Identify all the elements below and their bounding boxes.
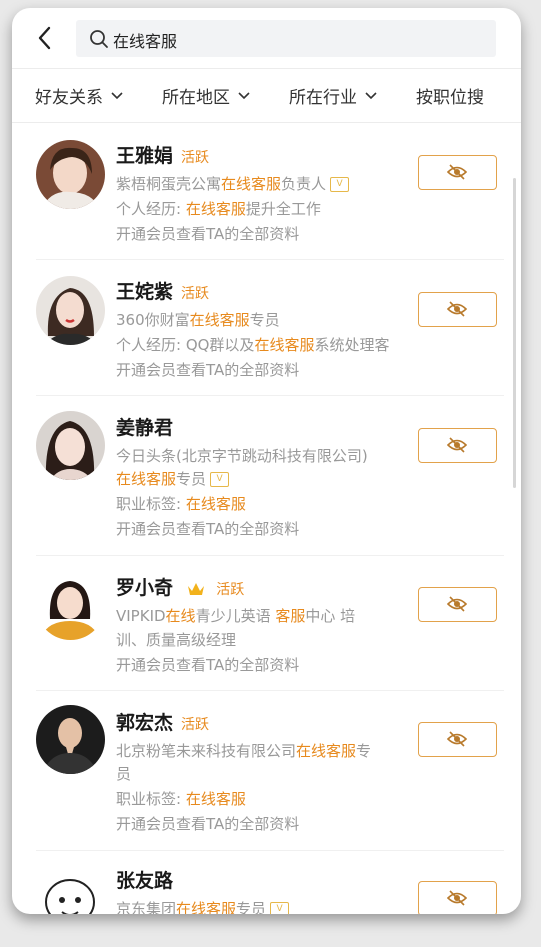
job-title-cont: 员: [116, 765, 132, 783]
filter-label: 所在地区: [162, 88, 230, 108]
eye-slash-icon: [447, 731, 467, 747]
job-title: 北京粉笔未来科技有限公司在线客服专: [116, 742, 372, 760]
chevron-down-icon: [365, 91, 377, 99]
filter-bar: 好友关系 所在地区 所在行业 按职位搜: [12, 68, 521, 123]
filter-by-position[interactable]: 按职位搜: [416, 83, 484, 108]
list-item[interactable]: 王姹紫 活跃 360你财富在线客服专员 个人经历: QQ群以及在线客服系统处理客 …: [36, 259, 504, 396]
crown-icon: [187, 582, 204, 595]
tags: 职业标签: 在线客服: [116, 790, 246, 808]
job-title: 京东集团在线客服专员 V: [116, 898, 416, 914]
eye-slash-icon: [447, 437, 467, 453]
avatar[interactable]: [36, 276, 105, 345]
search-box[interactable]: 在线客服: [76, 20, 496, 57]
chevron-down-icon: [238, 91, 250, 99]
list-item[interactable]: 姜静君 今日头条(北京字节跳动科技有限公司) 在线客服专员 V 职业标签: 在线客…: [36, 395, 504, 556]
avatar[interactable]: [36, 864, 105, 914]
active-badge: 活跃: [181, 150, 210, 166]
experience: 个人经历: 在线客服提升全工作: [116, 200, 321, 218]
person-name: 王雅娟 活跃: [116, 145, 210, 167]
back-button[interactable]: [34, 24, 58, 52]
experience: 个人经历: QQ群以及在线客服系统处理客: [116, 336, 390, 354]
list-item[interactable]: 罗小奇 活跃 VIPKID在线青少儿英语 客服中心 培 训、质量高级经理 开通会…: [36, 555, 504, 691]
filter-label: 按职位搜: [416, 88, 484, 108]
avatar[interactable]: [36, 140, 105, 209]
hide-profile-button[interactable]: [418, 155, 497, 190]
vip-badge-icon: V: [270, 902, 290, 914]
filter-label: 所在行业: [289, 88, 357, 108]
eye-slash-icon: [447, 596, 467, 612]
app-screen: 在线客服 好友关系 所在地区 所在行业 按职位搜 王雅娟 活跃 紫梧桐蛋壳公寓在…: [12, 8, 521, 914]
person-name: 郭宏杰 活跃: [116, 712, 210, 734]
avatar[interactable]: [36, 411, 105, 480]
job-title: VIPKID在线青少儿英语 客服中心 培: [116, 607, 356, 625]
job-title: 紫梧桐蛋壳公寓在线客服负责人 V: [116, 173, 416, 194]
upgrade-hint: 开通会员查看TA的全部资料: [116, 361, 300, 379]
filter-relationship[interactable]: 好友关系: [35, 83, 123, 108]
avatar[interactable]: [36, 571, 105, 640]
upgrade-hint: 开通会员查看TA的全部资料: [116, 815, 300, 833]
eye-slash-icon: [447, 164, 467, 180]
eye-slash-icon: [447, 890, 467, 906]
person-name: 张友路: [116, 870, 174, 892]
job-title: 在线客服专员 V: [116, 468, 416, 489]
list-item[interactable]: 郭宏杰 活跃 北京粉笔未来科技有限公司在线客服专 员 职业标签: 在线客服 开通会…: [36, 690, 504, 851]
job-title: 360你财富在线客服专员: [116, 311, 280, 329]
upgrade-hint: 开通会员查看TA的全部资料: [116, 225, 300, 243]
job-title-cont: 训、质量高级经理: [116, 631, 237, 649]
person-name: 罗小奇 活跃: [116, 577, 245, 599]
list-item[interactable]: 张友路 京东集团在线客服专员 V: [36, 850, 504, 914]
chevron-left-icon: [38, 26, 51, 50]
filter-region[interactable]: 所在地区: [162, 83, 250, 108]
active-badge: 活跃: [181, 717, 210, 733]
eye-slash-icon: [447, 301, 467, 317]
person-name: 王姹紫 活跃: [116, 281, 210, 303]
chevron-down-icon: [111, 91, 123, 99]
active-badge: 活跃: [181, 286, 210, 302]
company: 今日头条(北京字节跳动科技有限公司): [116, 447, 368, 465]
hide-profile-button[interactable]: [418, 292, 497, 327]
hide-profile-button[interactable]: [418, 722, 497, 757]
search-icon: [90, 30, 108, 48]
avatar[interactable]: [36, 705, 105, 774]
hide-profile-button[interactable]: [418, 428, 497, 463]
filter-label: 好友关系: [35, 88, 103, 108]
active-badge: 活跃: [216, 582, 245, 598]
vip-badge-icon: V: [330, 177, 350, 192]
vip-badge-icon: V: [210, 472, 230, 487]
search-input[interactable]: 在线客服: [113, 28, 177, 52]
list-item[interactable]: 王雅娟 活跃 紫梧桐蛋壳公寓在线客服负责人 V 个人经历: 在线客服提升全工作 开通…: [36, 122, 504, 260]
hide-profile-button[interactable]: [418, 587, 497, 622]
top-bar: 在线客服: [12, 8, 521, 68]
person-name: 姜静君: [116, 417, 174, 439]
upgrade-hint: 开通会员查看TA的全部资料: [116, 656, 300, 674]
scrollbar[interactable]: [513, 178, 516, 488]
filter-industry[interactable]: 所在行业: [289, 83, 377, 108]
hide-profile-button[interactable]: [418, 881, 497, 914]
upgrade-hint: 开通会员查看TA的全部资料: [116, 520, 300, 538]
tags: 职业标签: 在线客服: [116, 495, 246, 513]
